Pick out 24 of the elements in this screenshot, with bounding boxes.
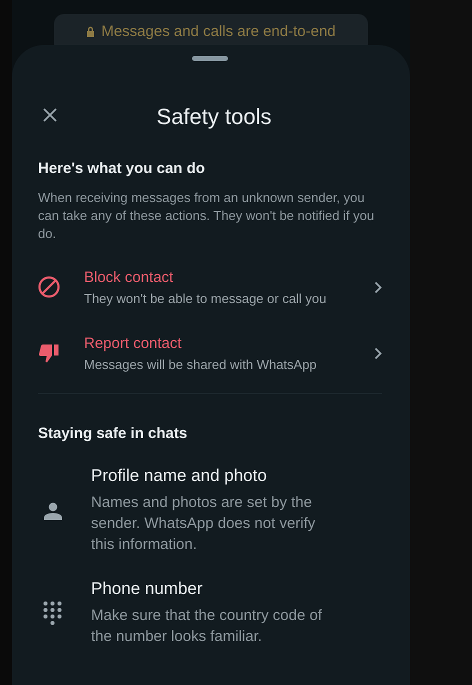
action-row[interactable]: Report contact Messages will be shared with WhatsApp [38,329,382,377]
thumbs-down-icon [38,342,60,364]
block-icon [38,276,60,298]
tip-title: Profile name and photo [91,466,268,486]
section-description: When receiving messages from an unknown sender, you can take any of these actions. They won't be notified if you do. [38,189,376,243]
chevron-icon [374,346,382,360]
action-row[interactable]: Block contact They won't be able to message or call you [38,263,382,311]
tip-description: Make sure that the country code of the number looks familiar. [91,606,323,647]
drag-handle[interactable] [192,56,228,61]
person-icon [43,502,63,520]
lock-icon [86,26,96,37]
action-subtitle: Messages will be shared with WhatsApp [84,356,318,372]
chevron-icon [374,280,382,294]
tip-description: Names and photos are set by the sender. WhatsApp does not verify this information. [91,493,316,555]
close-icon[interactable] [42,107,58,123]
banner-text: Messages and calls are end-to-end [101,23,336,42]
action-title: Block contact [84,268,174,286]
sheet-title: Safety tools [156,104,272,130]
action-title: Report contact [84,334,183,352]
action-subtitle: They won't be able to message or call you [84,290,328,306]
tip-title: Phone number [91,579,204,599]
section-heading: Here's what you can do [38,160,206,177]
dialpad-icon [43,600,62,626]
section-heading: Staying safe in chats [38,425,188,442]
